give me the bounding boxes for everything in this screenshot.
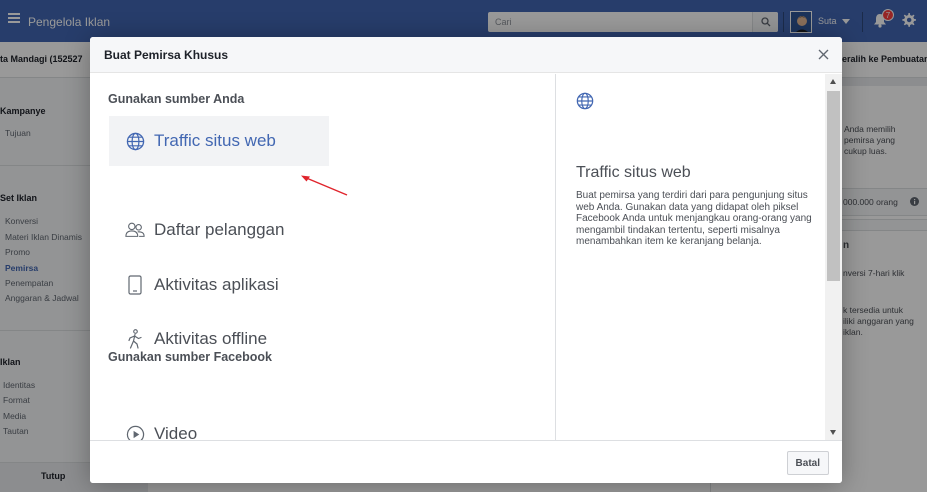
close-button[interactable] [814,45,832,63]
walking-person-icon [125,329,145,349]
source-label: Daftar pelanggan [154,220,285,239]
cancel-button[interactable]: Batal [786,451,829,475]
dialog-header: Buat Pemirsa Khusus [90,37,842,73]
dialog-body: Gunakan sumber Anda Traffic situs web Da… [90,74,842,443]
close-icon [818,49,828,59]
source-list: Gunakan sumber Anda Traffic situs web Da… [90,74,556,443]
source-label: Aktivitas aplikasi [154,275,279,294]
dialog-title: Buat Pemirsa Khusus [104,48,229,62]
annotation-arrow-icon [301,175,348,196]
source-option-app-activity[interactable]: Aktivitas aplikasi [109,260,329,310]
dialog-footer: Batal [90,440,842,483]
globe-icon [576,92,594,110]
scroll-up-arrow-icon[interactable] [830,79,836,84]
people-icon [125,220,145,240]
source-option-website-traffic[interactable]: Traffic situs web [109,116,329,166]
source-detail-panel: Traffic situs web Buat pemirsa yang terd… [557,74,825,440]
detail-description: Buat pemirsa yang terdiri dari para peng… [576,190,812,247]
scrollbar-thumb[interactable] [827,91,840,281]
create-custom-audience-dialog: Buat Pemirsa Khusus Gunakan sumber Anda [90,37,842,483]
section-own-sources: Gunakan sumber Anda [108,92,245,106]
source-option-customer-list[interactable]: Daftar pelanggan [109,205,329,255]
detail-title: Traffic situs web [576,164,691,181]
section-facebook-sources: Gunakan sumber Facebook [108,350,272,364]
scroll-down-arrow-icon[interactable] [830,430,836,435]
globe-icon [125,131,145,151]
source-label: Traffic situs web [154,131,276,150]
dialog-scrollbar[interactable] [825,74,842,440]
source-label: Aktivitas offline [154,329,268,348]
mobile-icon [125,275,145,295]
